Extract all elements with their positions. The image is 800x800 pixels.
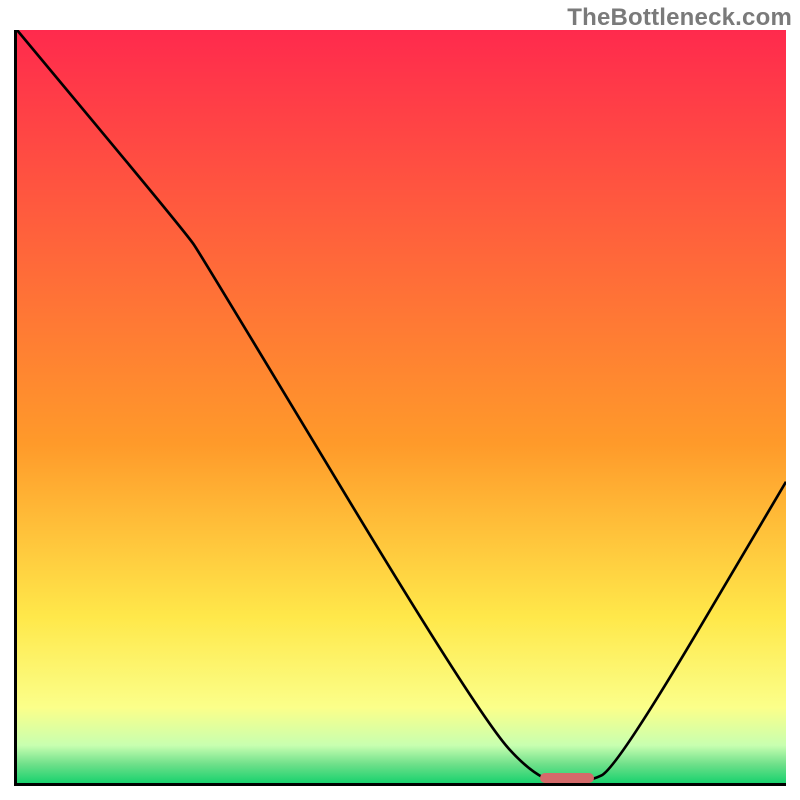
bottleneck-chart: TheBottleneck.com: [0, 0, 800, 800]
bottleneck-curve: [17, 30, 786, 783]
plot-area: [14, 30, 786, 786]
watermark-text: TheBottleneck.com: [567, 4, 792, 32]
optimal-range-marker: [540, 773, 594, 783]
curve-layer: [17, 30, 786, 783]
